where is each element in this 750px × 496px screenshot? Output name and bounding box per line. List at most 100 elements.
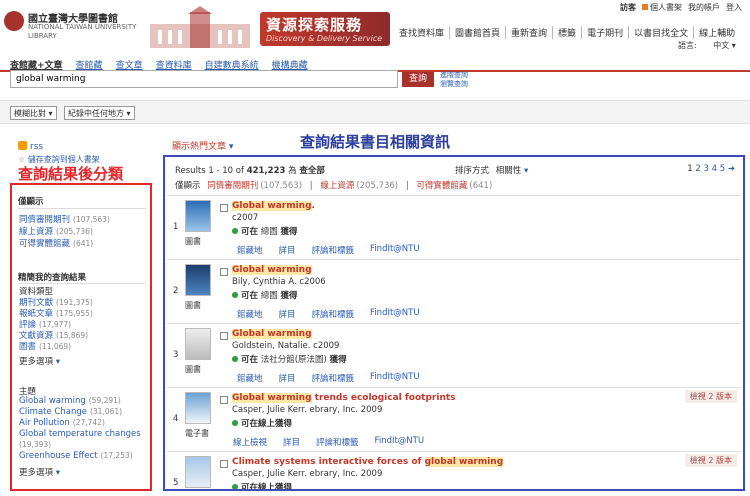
show-online[interactable]: 線上資源: [320, 181, 354, 191]
page-3[interactable]: 3: [704, 164, 709, 174]
page-4[interactable]: 4: [712, 164, 717, 174]
more-options-topics[interactable]: 更多選項 ▾: [19, 466, 60, 478]
title-highlight: global warming: [424, 457, 504, 467]
language-selector[interactable]: 語言: 中文 ▾: [678, 40, 736, 51]
record-title[interactable]: Global warming: [232, 329, 312, 339]
facet-count: (641): [73, 239, 94, 248]
chevron-down-icon: ▾: [55, 357, 60, 367]
action-view-online[interactable]: 線上檢視: [233, 436, 267, 448]
action-details[interactable]: 詳目: [279, 308, 296, 320]
rss-link[interactable]: rss: [18, 141, 43, 152]
action-findit[interactable]: FindIt@NTU: [370, 308, 420, 320]
more-options-types[interactable]: 更多選項 ▾: [19, 355, 60, 367]
page-1[interactable]: 1: [687, 164, 692, 174]
pagination: 1 2 3 4 5 ➜: [687, 164, 735, 174]
chevron-down-icon: ▾: [523, 166, 529, 176]
facet-label: Air Pollution: [19, 418, 70, 428]
show-physical[interactable]: 可得實體館藏: [416, 181, 467, 191]
more-options-label: 更多選項: [19, 468, 54, 478]
book-cover-image[interactable]: [185, 328, 211, 360]
record-author: Bily, Cynthia A. c2006: [232, 277, 326, 287]
facet-topic-global-warming[interactable]: Global warming (59,291): [19, 396, 121, 406]
action-details[interactable]: 詳目: [279, 372, 296, 384]
action-reviews-tags[interactable]: 評論和標籤: [312, 372, 355, 384]
nav-new-search[interactable]: 重新查詢: [506, 26, 554, 39]
title-rest: trends ecological footprints: [311, 393, 456, 403]
header: 國立臺灣大學圖書館 NATIONAL TAIWAN UNIVERSITY LIB…: [0, 0, 750, 52]
action-locations[interactable]: 館藏地: [237, 244, 263, 256]
nav-find-database[interactable]: 查找資料庫: [394, 26, 451, 39]
avail-end: 獲得: [280, 291, 298, 301]
show-popular-articles[interactable]: 顯示熱門文章 ▾: [172, 139, 233, 152]
action-locations[interactable]: 館藏地: [237, 372, 263, 384]
sort-control[interactable]: 排序方式 相關性 ▾: [455, 164, 528, 176]
record-actions: 館藏地 詳目 評論和標籤 FindIt@NTU: [237, 244, 420, 256]
rss-label: rss: [30, 142, 44, 152]
view-versions-button[interactable]: 檢視 2 版本: [684, 390, 737, 403]
match-select[interactable]: 模糊比對 ▾: [10, 106, 57, 120]
discovery-banner: 資源探索服務 Discovery & Delivery Service: [260, 12, 390, 46]
select-checkbox[interactable]: [220, 204, 228, 212]
facet-online-resources[interactable]: 線上資源 (205,736): [19, 225, 93, 237]
nav-library-home[interactable]: 圖書館首頁: [450, 26, 507, 39]
record-title[interactable]: Global warming trends ecological footpri…: [232, 393, 456, 403]
facet-peer-reviewed[interactable]: 同儕審閱期刊 (107,563): [19, 213, 110, 225]
search-button[interactable]: 查詢: [402, 72, 434, 87]
next-page-icon[interactable]: ➜: [728, 164, 735, 174]
nav-citation-fulltext[interactable]: 以書目找全文: [629, 26, 695, 39]
book-cover-image[interactable]: [185, 200, 211, 232]
facet-topic-greenhouse[interactable]: Greenhouse Effect (17,253): [19, 451, 133, 461]
result-record: 1 圖書 Global warming. c2007 可在 總圖 獲得 館藏地 …: [167, 195, 741, 259]
book-cover-image[interactable]: [185, 264, 211, 296]
select-checkbox[interactable]: [220, 396, 228, 404]
select-checkbox[interactable]: [220, 332, 228, 340]
login-link[interactable]: 登入: [726, 2, 742, 13]
facet-topic-climate-change[interactable]: Climate Change (31,061): [19, 407, 122, 417]
annotation-facets: 查詢結果後分類: [18, 165, 124, 183]
record-type: 電子書: [185, 429, 209, 438]
nav-tags[interactable]: 標籤: [553, 26, 583, 39]
library-logo[interactable]: 國立臺灣大學圖書館 NATIONAL TAIWAN UNIVERSITY LIB…: [4, 10, 136, 46]
show-peer-reviewed[interactable]: 同儕審閱期刊: [207, 181, 258, 191]
search-input[interactable]: [10, 70, 398, 88]
show-count: (205,736): [356, 181, 399, 191]
results-total: 421,223: [246, 166, 286, 176]
page-2[interactable]: 2: [695, 164, 700, 174]
facet-type-books[interactable]: 圖書 (11,069): [19, 340, 71, 352]
record-title[interactable]: Climate systems interactive forces of gl…: [232, 457, 504, 467]
view-versions-button[interactable]: 檢視 2 版本: [684, 454, 737, 467]
action-details[interactable]: 詳目: [283, 436, 300, 448]
facet-topic-temperature-count: (19,393): [19, 440, 51, 450]
top-links: 訪客 個人書架 我的帳戶 登入: [620, 1, 742, 13]
facet-topic-air-pollution[interactable]: Air Pollution (27,742): [19, 418, 105, 428]
action-locations[interactable]: 館藏地: [237, 308, 263, 320]
select-checkbox[interactable]: [220, 268, 228, 276]
advanced-search-link[interactable]: 進階查詢: [440, 71, 468, 80]
availability: 可在線上獲得: [232, 481, 292, 489]
action-reviews-tags[interactable]: 評論和標籤: [312, 244, 355, 256]
chevron-down-icon: ▾: [228, 142, 234, 152]
sort-value: 相關性: [495, 166, 522, 176]
facet-topic-temperature[interactable]: Global temperature changes: [19, 429, 141, 439]
ebook-cover-image[interactable]: [185, 456, 211, 488]
nav-ejournals[interactable]: 電子期刊: [582, 26, 630, 39]
my-account-link[interactable]: 我的帳戶: [688, 2, 720, 13]
scope-select[interactable]: 紀錄中任何地方 ▾: [64, 106, 135, 120]
action-reviews-tags[interactable]: 評論和標籤: [312, 308, 355, 320]
record-title[interactable]: Global warming: [232, 265, 312, 275]
select-checkbox[interactable]: [220, 460, 228, 468]
action-findit[interactable]: FindIt@NTU: [375, 436, 425, 448]
page-5[interactable]: 5: [720, 164, 725, 174]
action-reviews-tags[interactable]: 評論和標籤: [316, 436, 359, 448]
action-details[interactable]: 詳目: [279, 244, 296, 256]
nav-online-help[interactable]: 線上輔助: [694, 26, 740, 39]
availability: 可在 法社分館(原法圖) 獲得: [232, 353, 347, 365]
browse-search-link[interactable]: 瀏覽查詢: [440, 80, 468, 89]
action-findit[interactable]: FindIt@NTU: [370, 372, 420, 384]
ebook-cover-image[interactable]: [185, 392, 211, 424]
my-shelf-label: 個人書架: [650, 2, 682, 12]
facet-physical-holdings[interactable]: 可得實體館藏 (641): [19, 237, 93, 249]
record-title[interactable]: Global warming.: [232, 201, 315, 211]
my-shelf-link[interactable]: 個人書架: [642, 2, 682, 13]
action-findit[interactable]: FindIt@NTU: [370, 244, 420, 256]
